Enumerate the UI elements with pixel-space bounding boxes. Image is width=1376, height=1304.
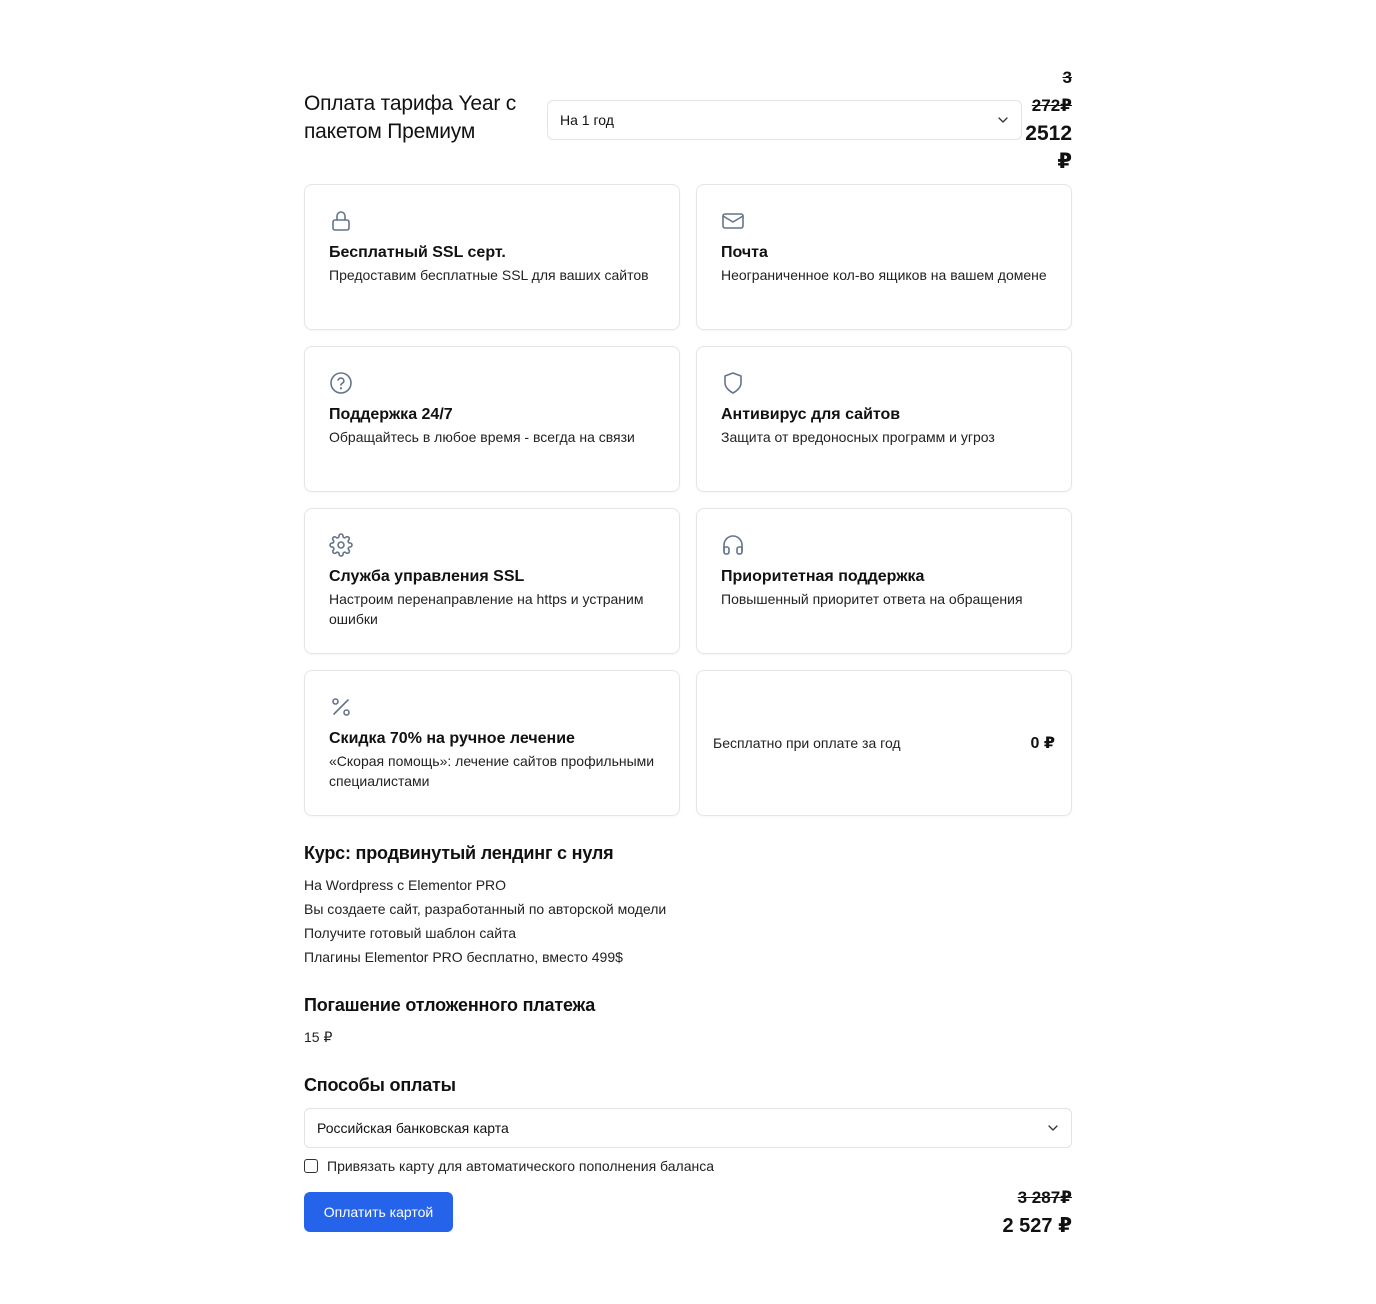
feature-title: Почта <box>721 244 768 261</box>
total-price-old: 3 287₽ <box>1017 1188 1072 1207</box>
pay-by-card-button[interactable]: Оплатить картой <box>304 1192 453 1232</box>
free-yearly-card: Бесплатно при оплате за год 0 ₽ <box>696 670 1072 816</box>
feature-title: Поддержка 24/7 <box>329 406 453 423</box>
page-title: Оплата тарифа Year с пакетом Премиум <box>304 92 517 143</box>
list-item: На Wordpress с Elementor PRO <box>304 877 507 893</box>
percent-icon <box>329 695 353 719</box>
payment-method-value: Российская банковская карта <box>317 1120 509 1136</box>
total-price: 3 287₽ 2 527 ₽ <box>1002 1184 1072 1240</box>
feature-card-support: Поддержка 24/7 Обращайтесь в любое время… <box>304 346 680 492</box>
feature-desc: Предоставим бесплатные SSL для ваших сай… <box>329 267 649 283</box>
deferred-payment-amount: 15 ₽ <box>304 1029 333 1045</box>
feature-desc: Обращайтесь в любое время - всегда на св… <box>329 429 635 445</box>
free-yearly-amount: 0 ₽ <box>1030 735 1055 752</box>
feature-desc: Защита от вредоносных программ и угроз <box>721 429 995 445</box>
plan-price-old-line1: 3 <box>1062 68 1072 87</box>
payment-methods-section: Способы оплаты Российская банковская кар… <box>304 1073 1072 1174</box>
mail-icon <box>721 209 745 233</box>
feature-card-priority-support: Приоритетная поддержка Повышенный приори… <box>696 508 1072 654</box>
feature-title: Антивирус для сайтов <box>721 406 901 423</box>
list-item: Плагины Elementor PRO бесплатно, вместо … <box>304 949 623 965</box>
plan-price-new-line1: 2512 <box>1025 122 1072 145</box>
plan-price: 3 272₽ 2512 ₽ <box>1012 64 1072 176</box>
free-yearly-label: Бесплатно при оплате за год <box>713 735 901 751</box>
feature-title: Бесплатный SSL серт. <box>329 244 506 261</box>
feature-card-mail: Почта Неограниченное кол-во ящиков на ва… <box>696 184 1072 330</box>
shield-icon <box>721 371 745 395</box>
help-circle-icon <box>329 371 353 395</box>
feature-desc: Неограниченное кол-во ящиков на вашем до… <box>721 267 1047 283</box>
feature-desc: «Скорая помощь»: лечение сайтов профильн… <box>329 753 655 789</box>
autopay-checkbox[interactable] <box>304 1159 318 1173</box>
list-item: Вы создаете сайт, разработанный по автор… <box>304 901 667 917</box>
period-select-value: На 1 год <box>560 112 614 128</box>
feature-card-discount: Скидка 70% на ручное лечение «Скорая пом… <box>304 670 680 816</box>
feature-card-antivirus: Антивирус для сайтов Защита от вредоносн… <box>696 346 1072 492</box>
gear-icon <box>329 533 353 557</box>
features-grid: Бесплатный SSL серт. Предоставим бесплат… <box>304 184 1072 816</box>
feature-card-ssl-service: Служба управления SSL Настроим перенапра… <box>304 508 680 654</box>
course-title: Курс: продвинутый лендинг с нуля <box>304 843 614 863</box>
chevron-down-icon <box>997 114 1009 126</box>
deferred-payment-title: Погашение отложенного платежа <box>304 995 596 1015</box>
feature-card-ssl: Бесплатный SSL серт. Предоставим бесплат… <box>304 184 680 330</box>
feature-title: Приоритетная поддержка <box>721 568 925 585</box>
deferred-payment-section: Погашение отложенного платежа 15 ₽ <box>304 993 595 1049</box>
course-list: На Wordpress с Elementor PRO Вы создаете… <box>304 873 1072 969</box>
feature-title: Служба управления SSL <box>329 568 525 585</box>
course-section: Курс: продвинутый лендинг с нуля На Word… <box>304 841 1072 969</box>
autopay-row: Привязать карту для автоматического попо… <box>304 1158 1072 1174</box>
list-item: Получите готовый шаблон сайта <box>304 925 517 941</box>
payment-methods-title: Способы оплаты <box>304 1075 456 1095</box>
period-select[interactable]: На 1 год <box>547 100 1022 140</box>
feature-desc: Настроим перенаправление на https и устр… <box>329 591 644 627</box>
feature-desc: Повышенный приоритет ответа на обращения <box>721 591 1023 607</box>
plan-price-old-line2: 272₽ <box>1031 96 1072 115</box>
feature-title: Скидка 70% на ручное лечение <box>329 730 575 747</box>
headphones-icon <box>721 533 745 557</box>
payment-method-select[interactable]: Российская банковская карта <box>304 1108 1072 1148</box>
lock-icon <box>329 209 353 233</box>
checkout-page: Оплата тарифа Year с пакетом Премиум На … <box>304 0 1072 1304</box>
total-price-new: 2 527 ₽ <box>1002 1215 1072 1237</box>
autopay-label[interactable]: Привязать карту для автоматического попо… <box>327 1158 714 1174</box>
chevron-down-icon <box>1047 1122 1059 1134</box>
plan-price-new-line2: ₽ <box>1057 150 1072 173</box>
